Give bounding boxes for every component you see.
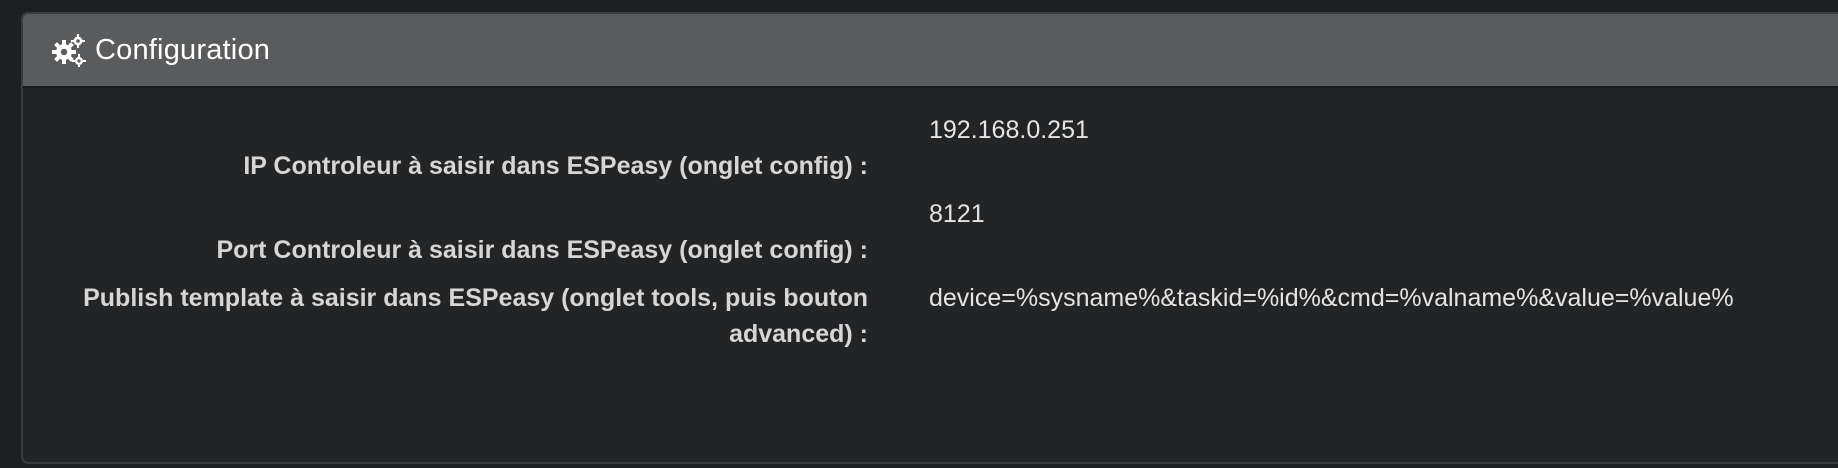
port-controller-value: 8121 xyxy=(929,200,985,228)
port-controller-label: Port Controleur à saisir dans ESPeasy (o… xyxy=(216,236,868,264)
form-body: IP Controleur à saisir dans ESPeasy (ong… xyxy=(23,88,1838,352)
panel-title: Configuration xyxy=(95,33,271,66)
form-row-port: Port Controleur à saisir dans ESPeasy (o… xyxy=(23,196,1838,280)
ip-controller-label: IP Controleur à saisir dans ESPeasy (ong… xyxy=(243,152,868,180)
gears-icon xyxy=(51,32,87,68)
ip-controller-value: 192.168.0.251 xyxy=(929,116,1089,144)
panel-header: Configuration xyxy=(23,14,1838,88)
form-row-publish-template: Publish template à saisir dans ESPeasy (… xyxy=(23,280,1838,352)
configuration-panel: Configuration IP Controleur à saisir dan… xyxy=(21,12,1838,464)
publish-template-label: Publish template à saisir dans ESPeasy (… xyxy=(83,284,868,348)
form-row-ip: IP Controleur à saisir dans ESPeasy (ong… xyxy=(23,112,1838,196)
publish-template-value: device=%sysname%&taskid=%id%&cmd=%valnam… xyxy=(929,284,1734,312)
